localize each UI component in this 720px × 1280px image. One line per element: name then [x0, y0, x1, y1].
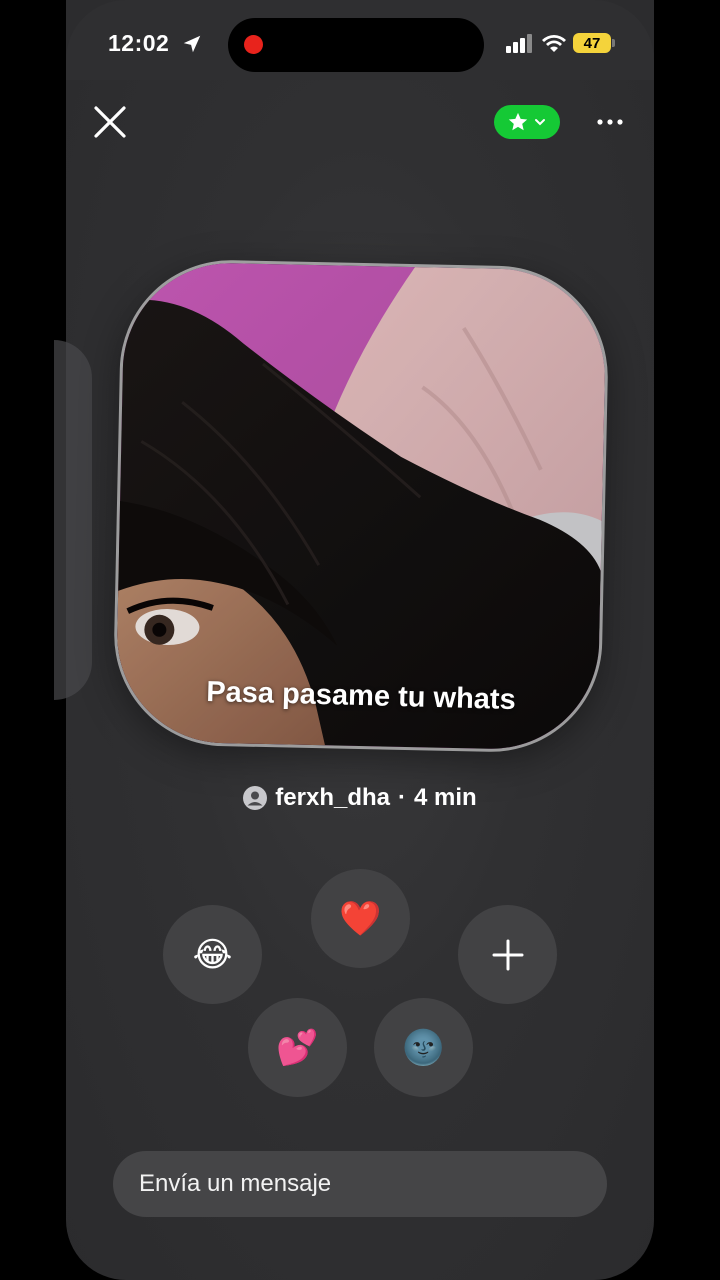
- message-input[interactable]: Envía un mensaje: [113, 1151, 607, 1217]
- star-icon: [508, 112, 528, 131]
- moon-emoji: 🌚: [402, 1027, 445, 1068]
- status-time: 12:02: [108, 30, 170, 56]
- dynamic-island: [228, 18, 484, 72]
- battery-nub: [612, 39, 615, 47]
- message-placeholder: Envía un mensaje: [139, 1170, 332, 1197]
- react-two-hearts-button[interactable]: 💕: [248, 998, 347, 1097]
- avatar-icon: [243, 786, 268, 810]
- recording-indicator-icon: [244, 35, 263, 54]
- favorite-audience-button[interactable]: [494, 105, 560, 139]
- chevron-down-icon: [535, 119, 545, 126]
- wifi-icon: [542, 35, 566, 52]
- previous-story-preview[interactable]: [54, 340, 92, 700]
- react-moon-button[interactable]: 🌚: [374, 998, 473, 1097]
- react-heart-button[interactable]: ❤️: [311, 869, 410, 968]
- laugh-emoji: 😂: [192, 934, 233, 975]
- cellular-signal-icon: [506, 34, 532, 53]
- meta-separator: ·: [398, 784, 406, 811]
- react-laugh-button[interactable]: 😂: [163, 905, 262, 1004]
- battery-indicator: 47: [573, 33, 611, 53]
- close-icon[interactable]: [92, 104, 128, 140]
- story-author-row[interactable]: ferxh_dha · 4 min: [0, 784, 720, 812]
- more-horizontal-icon[interactable]: [594, 110, 626, 134]
- heart-emoji: ❤️: [339, 898, 382, 939]
- plus-icon: [492, 939, 523, 970]
- location-arrow-icon: [183, 35, 201, 53]
- battery-level: 47: [583, 34, 601, 52]
- author-username[interactable]: ferxh_dha: [275, 784, 390, 812]
- add-reaction-button[interactable]: [458, 905, 557, 1004]
- post-age: 4 min: [414, 784, 477, 811]
- two-hearts-emoji: 💕: [276, 1027, 319, 1068]
